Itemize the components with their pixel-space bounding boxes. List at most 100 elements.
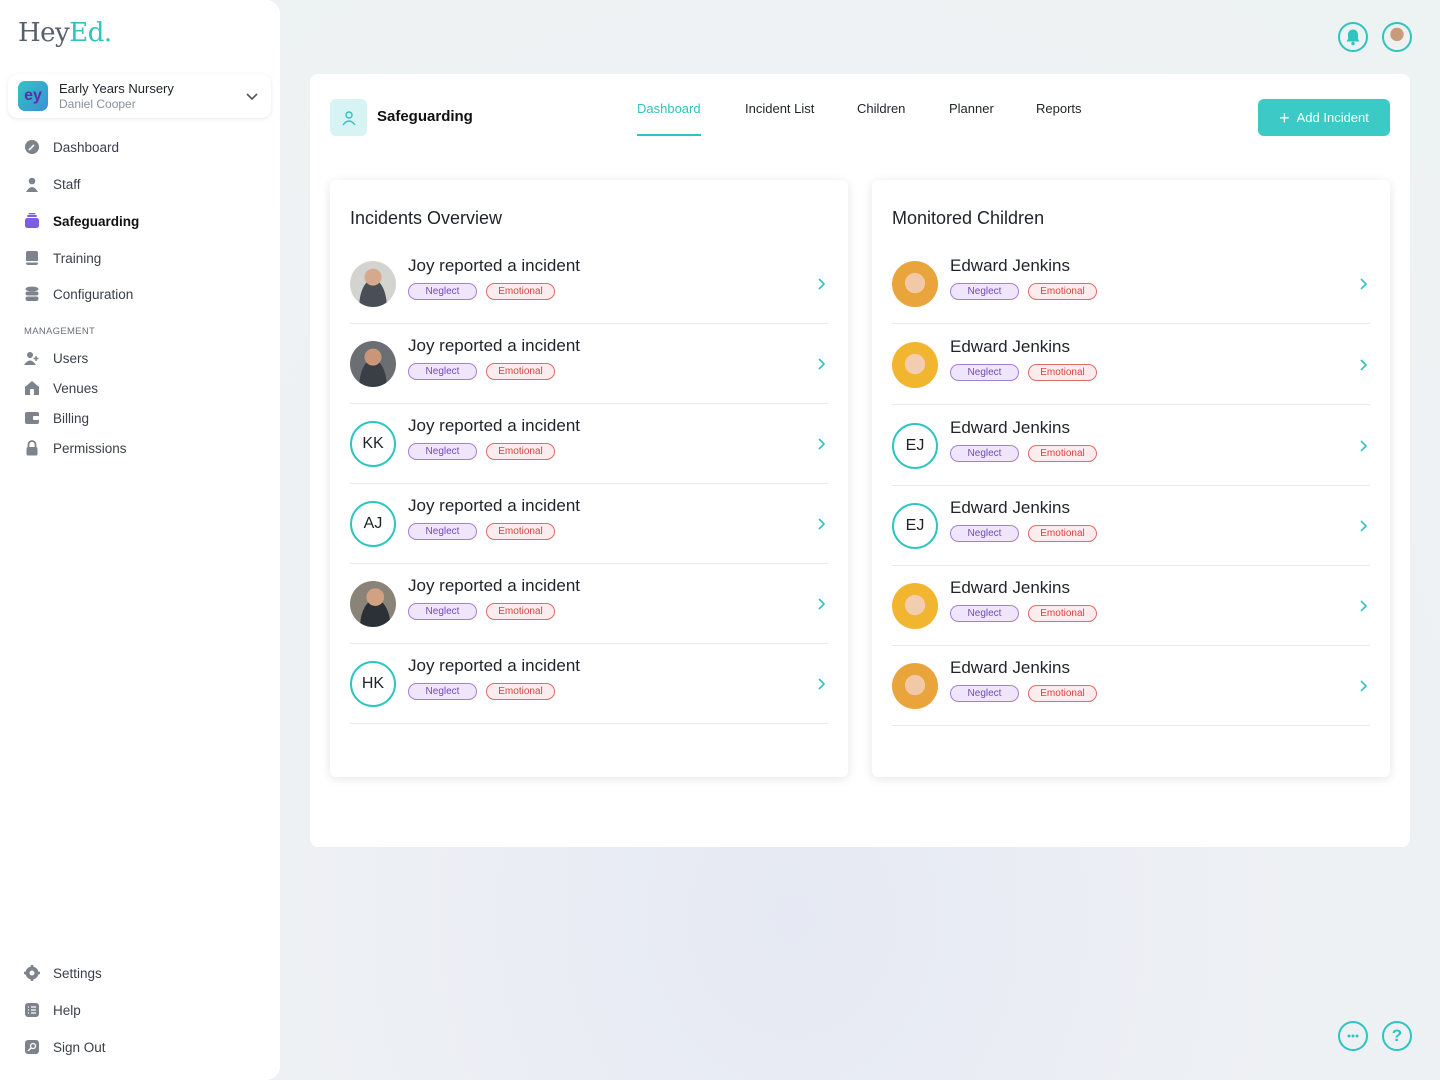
incident-row[interactable]: Joy reported a incident Neglect Emotional (350, 244, 828, 324)
chevron-right-icon[interactable] (1356, 519, 1370, 533)
person-icon (24, 176, 40, 192)
tag-neglect: Neglect (950, 283, 1019, 300)
tag-neglect: Neglect (408, 283, 477, 300)
management-section-label: MANAGEMENT (24, 326, 96, 337)
chevron-right-icon[interactable] (1356, 277, 1370, 291)
tag-neglect: Neglect (408, 443, 477, 460)
tag-emotional: Emotional (486, 363, 555, 380)
tag-emotional: Emotional (486, 523, 555, 540)
child-title: Edward Jenkins (950, 418, 1071, 437)
child-row[interactable]: Edward Jenkins Neglect Emotional (892, 325, 1370, 405)
incident-row[interactable]: HK Joy reported a incident Neglect Emotiona… (350, 644, 828, 724)
nav-item-settings[interactable]: Settings (24, 962, 102, 984)
dashboard-icon (24, 139, 40, 155)
chevron-right-icon[interactable] (814, 677, 828, 691)
child-row[interactable]: Edward Jenkins Neglect Emotional (892, 646, 1370, 726)
tab-children[interactable]: Children (857, 101, 905, 136)
nav-label: Training (53, 250, 102, 266)
avatar: AJ (350, 501, 396, 547)
user-avatar[interactable] (1382, 22, 1412, 52)
tag-emotional: Emotional (1028, 364, 1097, 381)
incident-title: Joy reported a incident (408, 576, 580, 595)
incidents-overview-panel: Incidents Overview Joy reported a incide… (330, 180, 848, 777)
tag-emotional: Emotional (1028, 445, 1097, 462)
tag-neglect: Neglect (950, 364, 1019, 381)
nav-item-configuration[interactable]: Configuration (24, 283, 133, 305)
tag-neglect: Neglect (950, 525, 1019, 542)
tag-neglect: Neglect (408, 523, 477, 540)
chevron-right-icon[interactable] (1356, 679, 1370, 693)
tab-reports[interactable]: Reports (1036, 101, 1082, 136)
tag-neglect: Neglect (408, 363, 477, 380)
incident-row[interactable]: KK Joy reported a incident Neglect Emotiona… (350, 404, 828, 484)
incident-row[interactable]: Joy reported a incident Neglect Emotional (350, 564, 828, 644)
chevron-right-icon[interactable] (1356, 599, 1370, 613)
avatar (892, 583, 938, 629)
avatar: EJ (892, 423, 938, 469)
nav-item-sign-out[interactable]: Sign Out (24, 1036, 106, 1058)
nav-item-permissions[interactable]: Permissions (24, 437, 127, 459)
nav-item-dashboard[interactable]: Dashboard (24, 136, 119, 158)
tab-planner[interactable]: Planner (949, 101, 994, 136)
avatar: HK (350, 661, 396, 707)
chevron-right-icon[interactable] (1356, 439, 1370, 453)
tag-emotional: Emotional (486, 443, 555, 460)
nav-item-safeguarding[interactable]: Safeguarding (24, 210, 139, 232)
notifications-bell-icon[interactable] (1338, 22, 1368, 52)
tab-dashboard[interactable]: Dashboard (637, 101, 701, 136)
avatar (892, 261, 938, 307)
incident-title: Joy reported a incident (408, 656, 580, 675)
incident-row[interactable]: AJ Joy reported a incident Neglect Emotiona… (350, 484, 828, 564)
nav-item-billing[interactable]: Billing (24, 407, 89, 429)
tag-emotional: Emotional (1028, 283, 1097, 300)
incident-row[interactable]: Joy reported a incident Neglect Emotional (350, 324, 828, 404)
chevron-right-icon[interactable] (814, 357, 828, 371)
tag-emotional: Emotional (1028, 685, 1097, 702)
sign-out-icon (24, 1039, 40, 1055)
nav-label: Permissions (53, 440, 127, 456)
avatar: EJ (892, 503, 938, 549)
chevron-right-icon[interactable] (1356, 358, 1370, 372)
chevron-right-icon[interactable] (814, 277, 828, 291)
incident-title: Joy reported a incident (408, 416, 580, 435)
nav-label: Dashboard (53, 139, 120, 155)
tag-neglect: Neglect (950, 445, 1019, 462)
tag-neglect: Neglect (408, 683, 477, 700)
nav-item-users[interactable]: Users (24, 347, 88, 369)
chevron-right-icon[interactable] (814, 597, 828, 611)
nav-item-training[interactable]: Training (24, 247, 101, 269)
app-logo[interactable]: HeyEd. (18, 18, 112, 48)
nav-item-help[interactable]: Help (24, 999, 81, 1021)
help-list-icon (24, 1002, 40, 1018)
nav-item-staff[interactable]: Staff (24, 173, 81, 195)
organization-name: Early Years Nursery (59, 80, 174, 96)
avatar (892, 342, 938, 388)
chevron-right-icon[interactable] (814, 517, 828, 531)
child-row[interactable]: EJ Edward Jenkins Neglect Emotional (892, 406, 1370, 486)
avatar (350, 341, 396, 387)
gear-icon (24, 965, 40, 981)
nav-label: Venues (53, 380, 99, 396)
tab-incident-list[interactable]: Incident List (745, 101, 814, 136)
child-title: Edward Jenkins (950, 337, 1071, 356)
child-title: Edward Jenkins (950, 256, 1071, 275)
child-row[interactable]: EJ Edward Jenkins Neglect Emotional (892, 486, 1370, 566)
child-row[interactable]: Edward Jenkins Neglect Emotional (892, 566, 1370, 646)
organization-switcher[interactable]: ey Early Years Nursery Daniel Cooper (8, 74, 271, 118)
chat-icon[interactable] (1338, 1021, 1368, 1051)
child-title: Edward Jenkins (950, 658, 1071, 677)
avatar (892, 663, 938, 709)
home-icon (24, 380, 40, 396)
child-row[interactable]: Edward Jenkins Neglect Emotional (892, 244, 1370, 324)
nav-label: Sign Out (53, 1039, 106, 1055)
child-title: Edward Jenkins (950, 498, 1071, 517)
add-incident-button[interactable]: + Add Incident (1258, 99, 1390, 136)
organization-logo: ey (18, 81, 48, 111)
add-user-icon (24, 350, 40, 366)
incident-title: Joy reported a incident (408, 496, 580, 515)
help-icon[interactable]: ? (1382, 1021, 1412, 1051)
nav-item-venues[interactable]: Venues (24, 377, 98, 399)
incident-title: Joy reported a incident (408, 256, 580, 275)
safeguarding-dashboard-card: Safeguarding Dashboard Incident List Chi… (310, 74, 1410, 847)
chevron-right-icon[interactable] (814, 437, 828, 451)
